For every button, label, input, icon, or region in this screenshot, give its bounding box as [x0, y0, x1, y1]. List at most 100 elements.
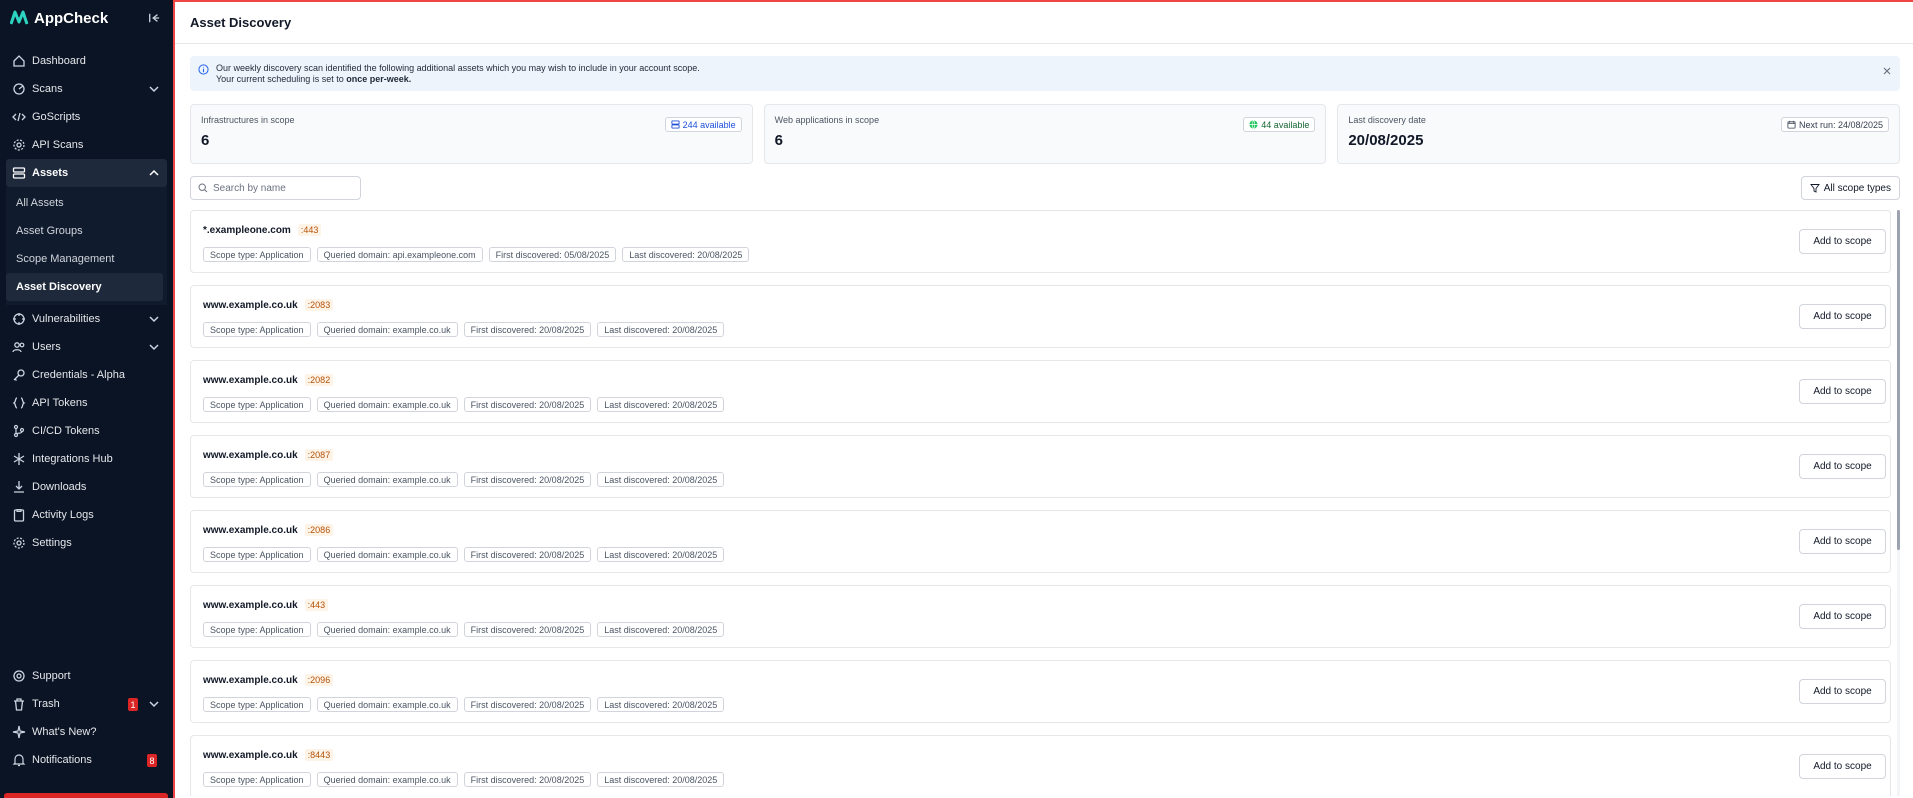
sidebar-item-label: Users — [32, 341, 61, 353]
stats-row: Infrastructures in scope 6 244 available… — [190, 104, 1901, 164]
app-logo[interactable]: AppCheck — [10, 10, 108, 27]
page-title: Asset Discovery — [190, 15, 292, 30]
asset-tags: Scope type: Application Queried domain: e… — [203, 397, 1878, 412]
asset-host: www.example.co.uk :8443 — [203, 748, 1878, 762]
sidebar-item-scans[interactable]: Scans — [6, 75, 167, 103]
asset-host: www.example.co.uk:2083 — [203, 298, 1878, 312]
sidebar-item-trash[interactable]: Trash 1 — [6, 690, 167, 718]
add-to-scope-button[interactable]: Add to scope — [1799, 754, 1886, 779]
asset-tags: Scope type: Application Queried domain: e… — [203, 547, 1878, 562]
scope-type-tag: Scope type: Application — [203, 697, 311, 712]
chevron-down-icon[interactable] — [147, 312, 161, 326]
sidebar-item-whats-new[interactable]: What's New? — [6, 718, 167, 746]
asset-hostname: www.example.co.uk — [203, 374, 298, 386]
target-icon — [12, 312, 26, 326]
gear-icon — [12, 138, 26, 152]
asset-host: www.example.co.uk:2082 — [203, 373, 1878, 387]
first-discovered-tag: First discovered: 20/08/2025 — [463, 472, 592, 487]
discovered-assets-list: *.exampleone.com :443 Scope type: Applicat… — [190, 210, 1900, 796]
collapse-sidebar-icon[interactable] — [145, 9, 163, 27]
badge-text: Next run: 24/08/2025 — [1798, 119, 1884, 130]
radar-icon — [12, 82, 26, 96]
asset-hostname: *.exampleone.com — [203, 224, 291, 236]
sidebar-item-label: Dashboard — [32, 55, 86, 67]
page-header: Asset Discovery — [175, 2, 1913, 44]
braces-icon — [12, 396, 26, 410]
sidebar-item-label: GoScripts — [32, 111, 81, 123]
sidebar-item-label: Support — [32, 670, 71, 682]
submenu-item-asset-discovery[interactable]: Asset Discovery — [6, 273, 163, 301]
stat-value: 6 — [201, 132, 210, 149]
chevron-down-icon[interactable] — [147, 82, 161, 96]
asset-host: *.exampleone.com :443 — [203, 223, 1878, 237]
server-icon — [12, 166, 26, 180]
sidebar-item-label: Assets — [32, 167, 69, 179]
add-to-scope-button[interactable]: Add to scope — [1799, 529, 1886, 554]
sidebar-item-support[interactable]: Support — [6, 662, 167, 690]
queried-domain-tag: Queried domain: example.co.uk — [316, 472, 458, 487]
sidebar-item-integrations-hub[interactable]: Integrations Hub — [6, 445, 167, 473]
sidebar-item-vulnerabilities[interactable]: Vulnerabilities — [6, 305, 167, 333]
add-to-scope-button[interactable]: Add to scope — [1799, 679, 1886, 704]
banner-line-2-prefix: Your current scheduling is set to — [216, 74, 347, 84]
add-to-scope-button[interactable]: Add to scope — [1799, 379, 1886, 404]
chevron-down-icon[interactable] — [147, 340, 161, 354]
sidebar-item-api-tokens[interactable]: API Tokens — [6, 389, 167, 417]
last-discovered-tag: Last discovered: 20/08/2025 — [597, 547, 725, 562]
asset-hostname: www.example.co.uk — [203, 299, 298, 311]
asset-host: www.example.co.uk:443 — [203, 598, 1878, 612]
sidebar-item-label: Scans — [32, 83, 63, 95]
sidebar-item-users[interactable]: Users — [6, 333, 167, 361]
submenu-item-scope-management[interactable]: Scope Management — [6, 245, 163, 273]
sidebar-item-cicd-tokens[interactable]: CI/CD Tokens — [6, 417, 167, 445]
sidebar-item-credentials[interactable]: Credentials - Alpha — [6, 361, 167, 389]
sparkle-icon — [12, 725, 26, 739]
add-to-scope-button[interactable]: Add to scope — [1799, 304, 1886, 329]
asset-hostname: www.example.co.uk — [203, 674, 298, 686]
search-icon — [198, 183, 208, 193]
submenu-item-all-assets[interactable]: All Assets — [6, 189, 163, 217]
search-input[interactable]: Search by name — [190, 176, 361, 200]
asset-port-badge: :443 — [297, 224, 322, 236]
add-to-scope-button[interactable]: Add to scope — [1799, 229, 1886, 254]
close-icon[interactable] — [1882, 66, 1892, 76]
add-to-scope-button[interactable]: Add to scope — [1799, 454, 1886, 479]
sidebar-item-label: Trash — [32, 698, 60, 710]
asset-port-badge: :8443 — [304, 749, 334, 761]
sidebar-item-label: What's New? — [32, 726, 97, 738]
chevron-down-icon[interactable] — [147, 697, 161, 711]
infrastructures-available-badge[interactable]: 244 available — [664, 117, 742, 132]
sidebar-item-notifications[interactable]: Notifications 8 — [6, 746, 167, 774]
chevron-up-icon[interactable] — [147, 166, 161, 180]
scope-type-tag: Scope type: Application — [203, 622, 311, 637]
list-scrollbar[interactable] — [1897, 210, 1900, 796]
asset-hostname: www.example.co.uk — [203, 749, 298, 761]
asset-tags: Scope type: Application Queried domain: a… — [203, 247, 1878, 262]
sidebar-item-goscripts[interactable]: GoScripts — [6, 103, 167, 131]
stat-label: Infrastructures in scope — [201, 115, 295, 125]
sidebar-item-activity-logs[interactable]: Activity Logs — [6, 501, 167, 529]
add-to-scope-button[interactable]: Add to scope — [1799, 604, 1886, 629]
asset-host: www.example.co.uk:2086 — [203, 523, 1878, 537]
badge-text: 44 available — [1261, 119, 1310, 130]
sidebar-item-dashboard[interactable]: Dashboard — [6, 47, 167, 75]
scrollbar-thumb[interactable] — [1897, 210, 1900, 550]
sidebar-item-settings[interactable]: Settings — [6, 529, 167, 557]
sidebar-item-api-scans[interactable]: API Scans — [6, 131, 167, 159]
queried-domain-tag: Queried domain: example.co.uk — [316, 622, 458, 637]
asset-row: www.example.co.uk:8443 Scope type: Applic… — [190, 735, 1891, 796]
submenu-item-asset-groups[interactable]: Asset Groups — [6, 217, 163, 245]
scope-type-tag: Scope type: Application — [203, 322, 311, 337]
web-apps-available-badge[interactable]: 44 available — [1243, 117, 1316, 132]
asset-host: www.example.co.uk:2087 — [203, 448, 1878, 462]
sidebar-item-assets[interactable]: Assets — [6, 159, 167, 187]
sidebar-item-downloads[interactable]: Downloads — [6, 473, 167, 501]
asset-host: www.example.co.uk:2096 — [203, 673, 1878, 687]
banner-schedule-value: once per-week. — [346, 74, 412, 84]
scope-type-filter-button[interactable]: All scope types — [1800, 176, 1900, 200]
main-nav: Dashboard Scans GoScripts API Scans Asse… — [0, 47, 173, 557]
support-icon — [12, 669, 26, 683]
stat-value: 6 — [774, 132, 784, 149]
asset-row: www.example.co.uk:2082 Scope type: Applic… — [190, 360, 1891, 423]
sidebar-item-label: Integrations Hub — [32, 453, 113, 465]
